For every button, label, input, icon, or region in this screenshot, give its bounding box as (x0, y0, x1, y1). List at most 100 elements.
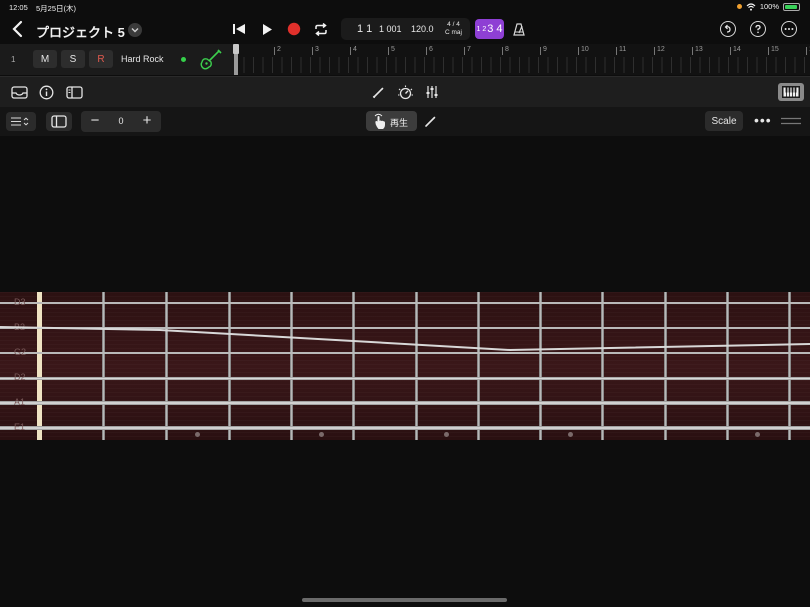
ruler-label: 15 (771, 46, 779, 53)
control-bar: プロジェクト 5 1 1 1 001 120.0 4 / 4 C maj 1 2… (0, 14, 810, 44)
count-in-small: 1 2 (476, 25, 487, 33)
solo-button[interactable]: S (61, 50, 85, 68)
keyboard-view-button[interactable] (778, 83, 804, 101)
resize-grip-icon[interactable] (781, 117, 801, 125)
ruler-tick (388, 47, 389, 55)
pencil-tool-button[interactable] (369, 84, 387, 100)
play-icon (263, 23, 272, 35)
help-button[interactable] (750, 21, 766, 37)
ruler-tick (654, 47, 655, 55)
ruler-grid (234, 57, 810, 73)
metronome-button[interactable] (508, 19, 530, 39)
status-date: 5月25日(木) (36, 4, 77, 13)
mixer-button[interactable] (423, 84, 441, 100)
status-bar: 12:05 5月25日(木) 100% (0, 0, 810, 14)
playhead[interactable] (233, 44, 239, 75)
hand-touch-icon (374, 113, 385, 129)
lcd-display[interactable]: 1 1 1 001 120.0 4 / 4 C maj (341, 18, 470, 40)
back-chevron-icon[interactable] (10, 20, 26, 38)
ruler-tick (730, 47, 731, 55)
record-icon (287, 22, 301, 36)
ruler-tick (540, 47, 541, 55)
project-title[interactable]: プロジェクト 5 (36, 22, 125, 41)
ruler-label: 6 (429, 46, 433, 53)
home-indicator (302, 598, 507, 602)
loop-icon (315, 22, 327, 36)
guitar-icon[interactable] (199, 49, 223, 71)
more-icon (784, 28, 794, 30)
record-button[interactable] (283, 19, 305, 39)
ruler-tick (464, 47, 465, 55)
battery-percent: 100% (759, 2, 779, 11)
octave-down-button[interactable]: − (83, 112, 107, 129)
ruler-label: 10 (581, 46, 589, 53)
panel-icon (51, 115, 67, 128)
play-mode-label: 再生 (390, 118, 409, 128)
record-enable-button[interactable]: R (89, 50, 113, 68)
ruler-tick (426, 47, 427, 55)
count-in-button[interactable]: 1 2 3 4 (475, 19, 504, 39)
ruler-tick (274, 47, 275, 55)
ruler-label: 13 (695, 46, 703, 53)
lcd-tempo: 120.0 (411, 24, 434, 34)
sidebar-icon (65, 85, 83, 99)
guitar-fretboard[interactable]: D3 B2 G2 D2 A1 E1 (0, 292, 810, 440)
track-activity-indicator (181, 57, 186, 62)
ruler-label: 2 (277, 46, 281, 53)
octave-value: 0 (118, 116, 124, 126)
ruler-tick (768, 47, 769, 55)
ruler-tick (616, 47, 617, 55)
track-name[interactable]: Hard Rock (121, 54, 164, 64)
play-mode-button[interactable]: 再生 (366, 111, 417, 131)
chevron-down-icon (131, 28, 139, 33)
project-menu-button[interactable] (128, 23, 142, 37)
undo-icon (724, 24, 731, 33)
ruler-label: 5 (391, 46, 395, 53)
ruler-tick (350, 47, 351, 55)
sliders-icon (426, 86, 438, 98)
lcd-time-signature: 4 / 4 (447, 21, 460, 28)
editor-toolbar (0, 76, 810, 107)
lcd-signature: 4 / 4 C maj (445, 21, 462, 37)
list-chevron-icon (11, 117, 29, 126)
string-bend (0, 326, 810, 352)
octave-up-button[interactable]: + (135, 112, 159, 129)
ruler-tick (806, 47, 807, 55)
play-button[interactable] (256, 19, 278, 39)
browser-toggle-button[interactable] (64, 84, 84, 100)
info-icon (39, 85, 53, 99)
ruler-tick (578, 47, 579, 55)
ruler-label: 8 (505, 46, 509, 53)
cycle-button[interactable] (310, 19, 332, 39)
more-options-button[interactable]: ••• (754, 113, 772, 127)
status-time: 12:05 (9, 3, 28, 12)
view-options-button[interactable] (6, 112, 36, 131)
privacy-indicator-icon (736, 4, 742, 9)
ruler-label: 12 (657, 46, 665, 53)
mute-button[interactable]: M (33, 50, 57, 68)
rewind-button[interactable] (228, 19, 250, 39)
ruler-tick (312, 47, 313, 55)
settings-more-button[interactable] (781, 21, 797, 37)
count-in-big: 3 4 (487, 23, 503, 35)
smart-controls-button[interactable] (395, 83, 415, 101)
timeline-ruler[interactable]: 2345678910111213141516 (234, 44, 810, 75)
inspector-button[interactable] (37, 84, 55, 100)
lcd-position-beat: 1 001 (379, 24, 402, 34)
undo-button[interactable] (720, 21, 736, 37)
scale-button[interactable]: Scale (705, 111, 743, 131)
ruler-label: 11 (619, 46, 627, 53)
inbox-icon (10, 85, 28, 99)
chord-strips-toggle[interactable] (46, 112, 72, 131)
piano-keyboard-icon (782, 86, 800, 98)
ruler-tick (502, 47, 503, 55)
library-button[interactable] (10, 84, 28, 100)
wifi-icon (746, 2, 756, 11)
status-right: 100% (736, 2, 800, 11)
draw-mode-button[interactable] (421, 113, 439, 129)
pencil-icon (372, 87, 383, 98)
octave-stepper: − 0 + (81, 111, 161, 132)
ruler-label: 7 (467, 46, 471, 53)
ruler-tick (692, 47, 693, 55)
help-icon (755, 24, 761, 34)
